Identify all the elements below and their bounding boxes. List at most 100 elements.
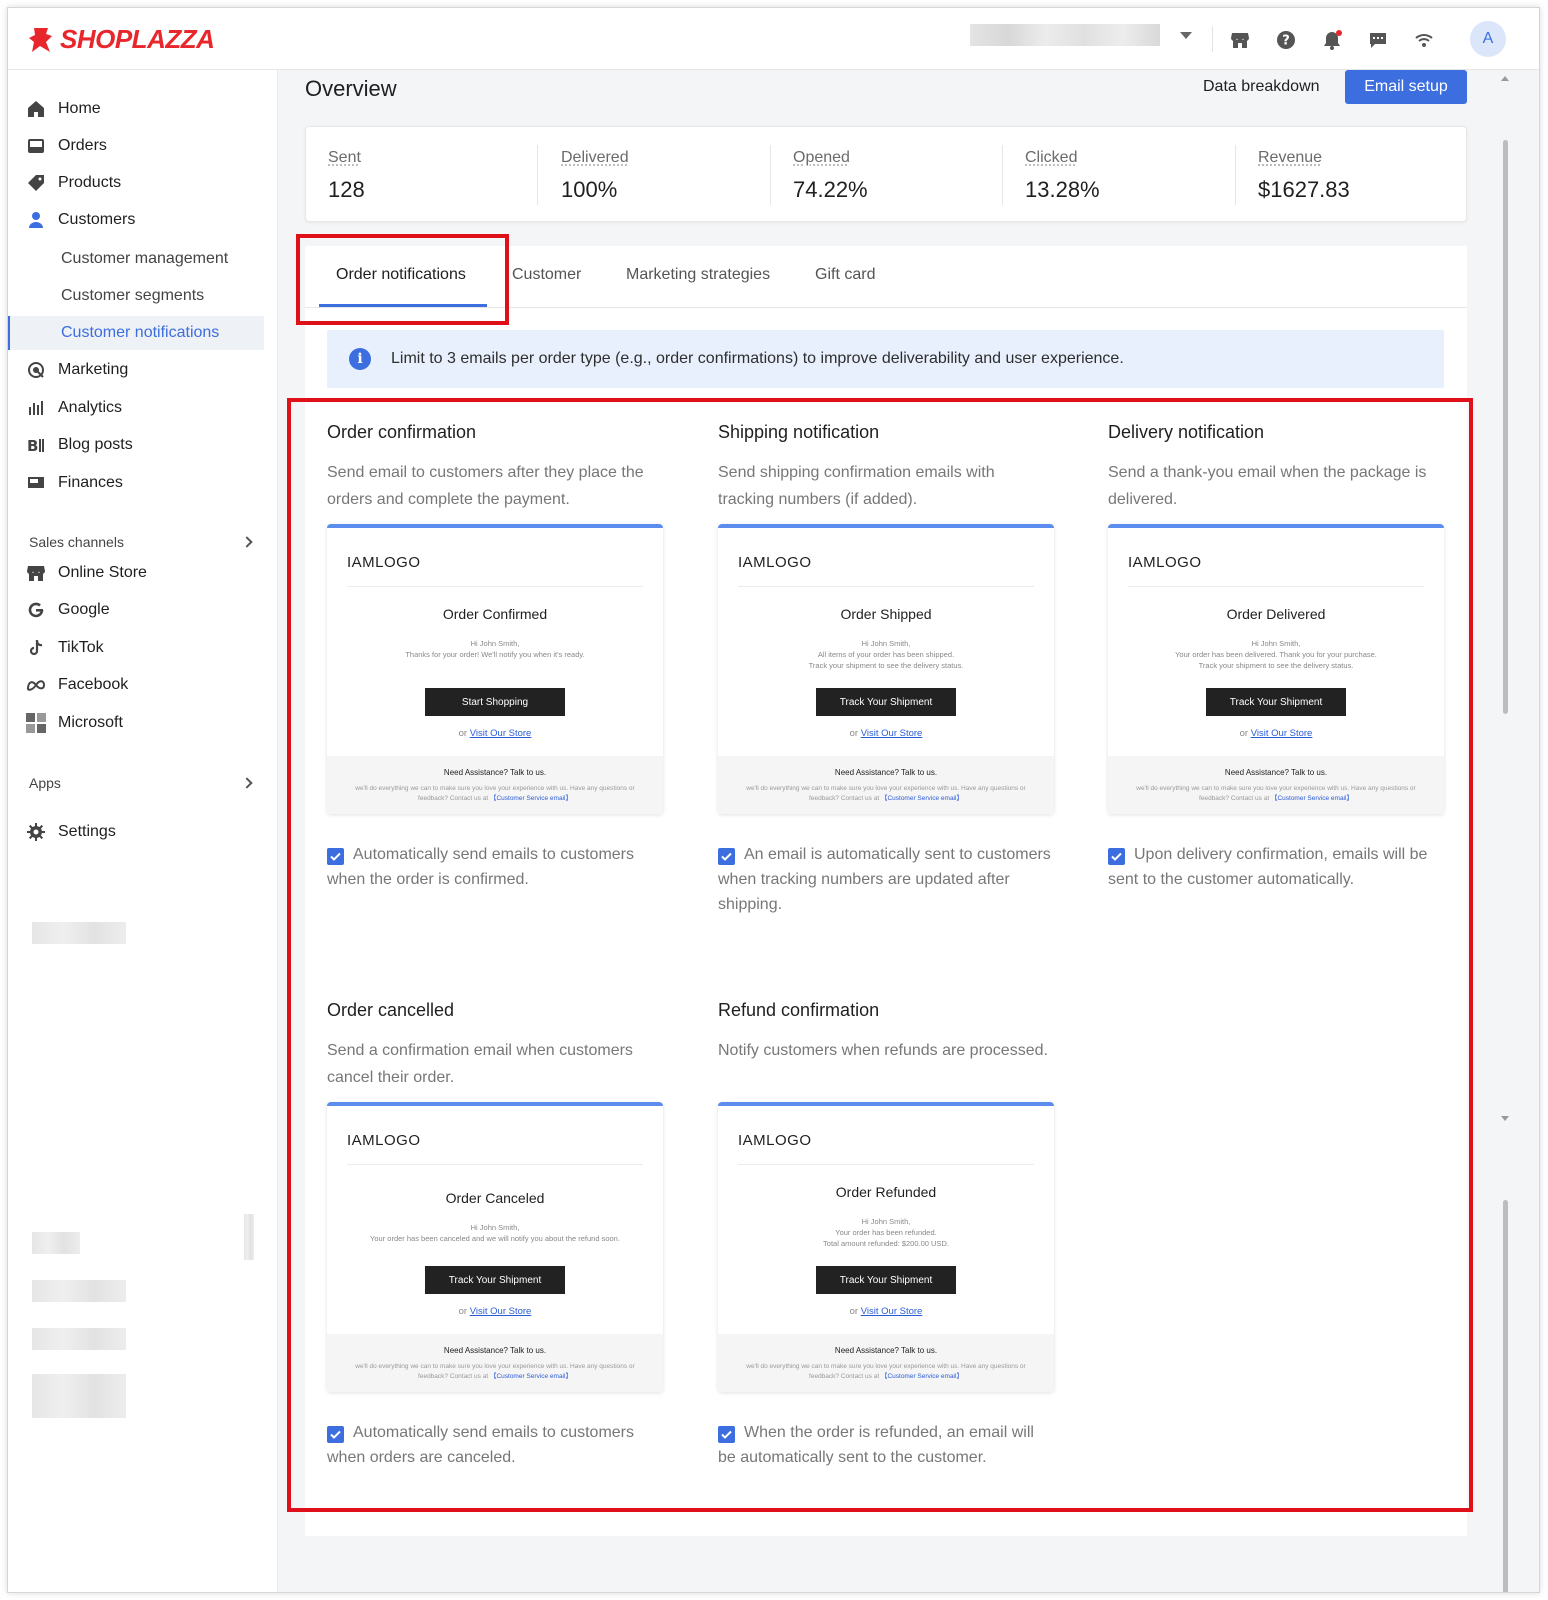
card-title: Shipping notification (718, 422, 880, 442)
sidebar-item-blog-posts[interactable]: B Blog posts (26, 428, 262, 462)
preview-visit-store-link: Visit Our Store (469, 728, 532, 739)
sidebar-item-settings[interactable]: Settings (26, 815, 262, 849)
auto-send-label: Upon delivery confirmation, emails will … (1108, 846, 1428, 888)
preview-link-row: or Visit Our Store (1108, 728, 1444, 739)
preview-logo: IAMLOGO (738, 554, 812, 571)
sidebar-subitem-customer-segments[interactable]: Customer segments (8, 279, 264, 313)
auto-send-checkbox[interactable] (718, 1426, 735, 1443)
sidebar-item-marketing[interactable]: Marketing (26, 353, 262, 387)
preview-heading: Order Delivered (1226, 606, 1326, 622)
auto-send-checkbox[interactable] (327, 1426, 344, 1443)
auto-send-checkbox[interactable] (718, 848, 735, 865)
email-preview[interactable]: IAMLOGO Order Delivered Hi John Smith, Y… (1108, 524, 1444, 814)
preview-body: Hi John Smith, All items of your order h… (718, 638, 1054, 671)
preview-link-row: or Visit Our Store (327, 728, 663, 739)
preview-logo: IAMLOGO (1128, 554, 1202, 571)
shoplazza-logo[interactable]: SHOPLAZZA (28, 24, 215, 55)
auto-send-option: Automatically send emails to customers w… (327, 842, 663, 892)
scrollbar[interactable] (1495, 70, 1515, 1592)
home-icon (26, 99, 46, 119)
sidebar: Home Orders Products Customers Customer … (8, 70, 278, 1592)
chevron-down-icon[interactable] (1180, 32, 1192, 39)
preview-visit-store-link: Visit Our Store (469, 1306, 532, 1317)
sidebar-item-google[interactable]: Google (26, 593, 262, 627)
bell-icon[interactable] (1320, 28, 1344, 52)
sidebar-item-products[interactable]: Products (26, 166, 262, 200)
tab-customer[interactable]: Customer (512, 266, 581, 284)
preview-link-row: or Visit Our Store (718, 728, 1054, 739)
top-bar: SHOPLAZZA ? A (8, 8, 1539, 70)
stat-label[interactable]: Delivered (561, 149, 761, 167)
sidebar-subitem-customer-notifications[interactable]: Customer notifications (8, 316, 264, 350)
scroll-down-icon[interactable] (1501, 1116, 1509, 1121)
stat-label[interactable]: Opened (793, 149, 993, 167)
email-preview[interactable]: IAMLOGO Order Confirmed Hi John Smith, T… (327, 524, 663, 814)
chat-icon[interactable] (1366, 28, 1390, 52)
divider (1128, 586, 1424, 587)
sidebar-item-orders[interactable]: Orders (26, 129, 262, 163)
card-description: Send email to customers after they place… (327, 464, 644, 508)
tab-gift-card[interactable]: Gift card (815, 266, 875, 284)
sidebar-item-online-store[interactable]: Online Store (26, 556, 262, 590)
email-setup-button[interactable]: Email setup (1345, 70, 1467, 104)
data-breakdown-link[interactable]: Data breakdown (1203, 78, 1320, 96)
auto-send-checkbox[interactable] (327, 848, 344, 865)
sidebar-subitem-customer-management[interactable]: Customer management (8, 242, 264, 276)
preview-or: or (458, 728, 468, 739)
stat-label[interactable]: Sent (328, 149, 528, 167)
scroll-up-icon[interactable] (1501, 76, 1509, 81)
apps-section[interactable]: Apps (29, 775, 259, 791)
sidebar-item-finances[interactable]: Finances (26, 466, 262, 500)
preview-footer: Need Assistance? Talk to us. we'll do ev… (718, 756, 1054, 814)
preview-line: Thanks for your order! We'll notify you … (405, 650, 585, 659)
preview-line: Track your shipment to see the delivery … (808, 661, 964, 670)
avatar[interactable]: A (1470, 21, 1506, 57)
preview-line: Your order has been refunded. (835, 1228, 937, 1237)
sidebar-item-customers[interactable]: Customers (26, 203, 262, 237)
sidebar-item-home[interactable]: Home (26, 92, 262, 126)
store-selector[interactable] (970, 24, 1160, 46)
info-text: Limit to 3 emails per order type (e.g., … (391, 350, 1124, 367)
email-preview[interactable]: IAMLOGO Order Canceled Hi John Smith, Yo… (327, 1102, 663, 1392)
card-shipping-notification: Shipping notification Send shipping conf… (718, 422, 1054, 913)
wifi-icon[interactable] (1412, 28, 1436, 52)
sidebar-item-analytics[interactable]: Analytics (26, 391, 262, 425)
stat-label[interactable]: Clicked (1025, 149, 1225, 167)
stat-label[interactable]: Revenue (1258, 149, 1458, 167)
scroll-thumb[interactable] (1503, 140, 1508, 714)
info-banner: i Limit to 3 emails per order type (e.g.… (327, 330, 1444, 388)
preview-greeting: Hi John Smith, (1251, 639, 1301, 648)
preview-footer-link: 【Customer Service email】 (880, 795, 963, 802)
sales-channels-section[interactable]: Sales channels (29, 534, 259, 550)
orders-icon (26, 136, 46, 156)
card-description: Notify customers when refunds are proces… (718, 1042, 1048, 1059)
preview-footer: Need Assistance? Talk to us. we'll do ev… (718, 1334, 1054, 1392)
tab-highlight-box (296, 234, 509, 325)
card-order-cancelled: Order cancelled Send a confirmation emai… (327, 1000, 663, 1466)
meta-icon (26, 675, 46, 695)
redacted-block (244, 1214, 254, 1260)
stat-value: $1627.83 (1258, 177, 1350, 202)
redacted-block (32, 1232, 80, 1254)
preview-footer-title: Need Assistance? Talk to us. (443, 768, 547, 777)
email-preview[interactable]: IAMLOGO Order Shipped Hi John Smith, All… (718, 524, 1054, 814)
sidebar-item-facebook[interactable]: Facebook (26, 668, 262, 702)
preview-footer: Need Assistance? Talk to us. we'll do ev… (1108, 756, 1444, 814)
preview-or: or (458, 1306, 468, 1317)
tiktok-icon (26, 638, 46, 658)
preview-footer-title: Need Assistance? Talk to us. (834, 768, 938, 777)
scroll-thumb[interactable] (1503, 1200, 1508, 1592)
redacted-block (32, 1328, 126, 1350)
tab-marketing-strategies[interactable]: Marketing strategies (626, 266, 770, 284)
help-icon[interactable]: ? (1274, 28, 1298, 52)
stat-value: 74.22% (793, 177, 868, 202)
email-preview[interactable]: IAMLOGO Order Refunded Hi John Smith, Yo… (718, 1102, 1054, 1392)
preview-body: Hi John Smith, Your order has been deliv… (1108, 638, 1444, 671)
sidebar-item-tiktok[interactable]: TikTok (26, 631, 262, 665)
sidebar-item-microsoft[interactable]: Microsoft (26, 706, 262, 740)
preview-logo: IAMLOGO (738, 1132, 812, 1149)
preview-line: Track your shipment to see the delivery … (1198, 661, 1354, 670)
preview-footer: Need Assistance? Talk to us. we'll do ev… (327, 756, 663, 814)
auto-send-checkbox[interactable] (1108, 848, 1125, 865)
store-icon[interactable] (1228, 28, 1252, 52)
